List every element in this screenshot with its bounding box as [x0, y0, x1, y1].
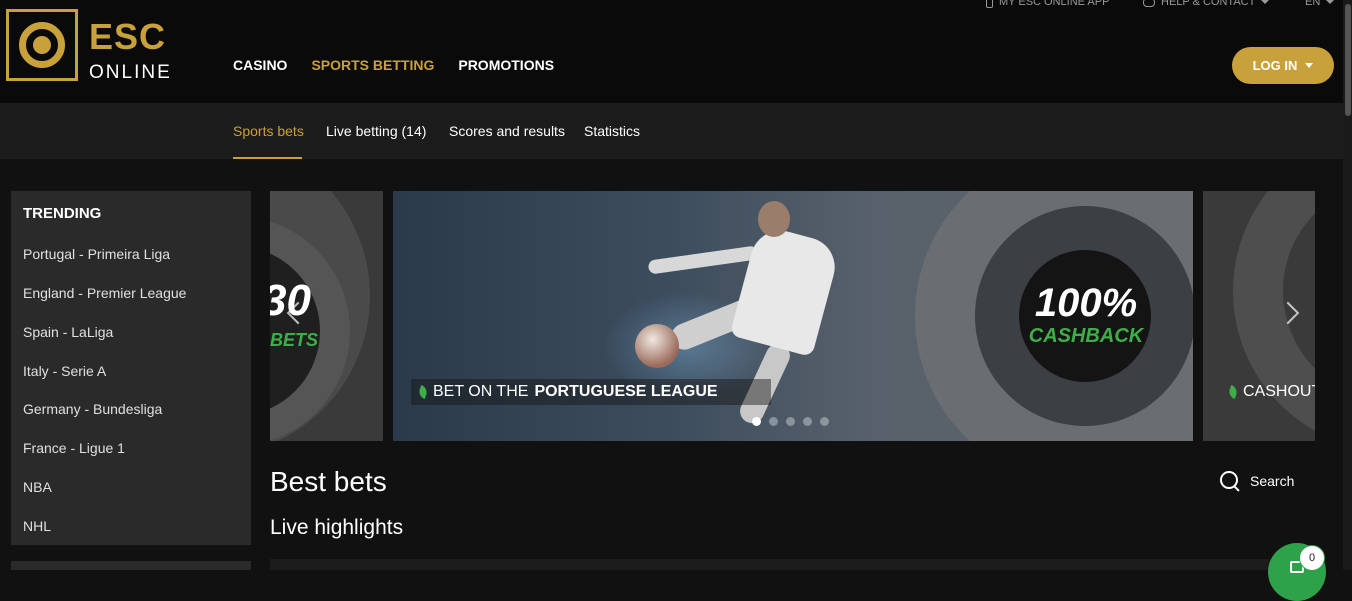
sidebar-item-france[interactable]: France - Ligue 1 — [23, 440, 125, 456]
carousel-dot[interactable] — [803, 417, 812, 426]
sidebar-item-portugal[interactable]: Portugal - Primeira Liga — [23, 246, 170, 262]
help-contact-link[interactable]: HELP & CONTACT — [1143, 0, 1270, 8]
login-button[interactable]: LOG IN — [1232, 47, 1334, 84]
nav-casino[interactable]: CASINO — [233, 57, 287, 73]
live-highlights-panel — [270, 559, 1315, 570]
carousel-main-slide[interactable]: 100% CASHBACK BET ON THE PORTUGUESE LEAG… — [393, 191, 1193, 441]
cashback-label: CASHBACK — [1028, 325, 1144, 347]
help-contact-label: HELP & CONTACT — [1161, 0, 1256, 8]
prev-slide-number: 30 — [270, 276, 311, 325]
carousel-dot[interactable] — [820, 417, 829, 426]
logo-mark-icon — [6, 9, 78, 81]
carousel-dot[interactable] — [786, 417, 795, 426]
trending-heading: TRENDING — [23, 205, 102, 222]
football-icon — [635, 324, 679, 368]
search-label: Search — [1250, 473, 1295, 489]
sidebar-item-italy[interactable]: Italy - Serie A — [23, 363, 106, 379]
my-app-link[interactable]: MY ESC ONLINE APP — [986, 0, 1109, 8]
search-button[interactable]: Search — [1220, 471, 1295, 492]
tab-live-betting[interactable]: Live betting (14) — [326, 123, 426, 139]
logo-text-esc: ESC — [89, 16, 167, 57]
language-selector[interactable]: EN — [1305, 0, 1335, 8]
sidebar-item-england[interactable]: England - Premier League — [23, 285, 186, 301]
language-label: EN — [1305, 0, 1321, 8]
trending-sidebar: TRENDING Portugal - Primeira Liga Englan… — [11, 191, 251, 545]
main-nav: CASINO SPORTS BETTING PROMOTIONS — [233, 57, 554, 73]
nav-sports-betting[interactable]: SPORTS BETTING — [311, 57, 434, 73]
active-tab-indicator — [233, 157, 302, 159]
main-slide-caption: BET ON THE PORTUGUESE LEAGUE — [417, 383, 718, 401]
chevron-down-icon — [1261, 0, 1270, 4]
logo-text-online: ONLINE — [89, 62, 172, 83]
carousel-dot[interactable] — [769, 417, 778, 426]
next-slide-caption: CASHOUT — [1227, 383, 1315, 401]
chevron-down-icon — [1305, 63, 1314, 68]
best-bets-title: Best bets — [270, 466, 387, 497]
tab-sports-bets[interactable]: Sports bets — [233, 123, 304, 139]
top-header — [0, 0, 1343, 103]
scrollbar-thumb[interactable] — [1345, 4, 1351, 116]
login-label: LOG IN — [1252, 58, 1298, 73]
tab-scores-results[interactable]: Scores and results — [449, 123, 565, 139]
chevron-down-icon — [1326, 0, 1335, 4]
phone-icon — [986, 0, 993, 8]
football-player-image — [729, 223, 842, 358]
sports-subnav: Sports bets Live betting (14) Scores and… — [0, 103, 1343, 159]
chat-icon — [1143, 0, 1155, 7]
carousel-prev-slide[interactable]: 30 BETS — [270, 191, 383, 441]
nav-promotions[interactable]: PROMOTIONS — [458, 57, 554, 73]
tab-statistics[interactable]: Statistics — [584, 123, 640, 139]
prev-slide-text: BETS — [270, 330, 319, 350]
carousel-dot[interactable] — [752, 417, 761, 426]
search-icon — [1220, 471, 1240, 492]
sidebar-item-germany[interactable]: Germany - Bundesliga — [23, 401, 162, 417]
esc-online-logo[interactable]: ESC ONLINE — [6, 9, 170, 83]
sidebar-item-nhl[interactable]: NHL — [23, 518, 51, 534]
carousel-dots — [752, 417, 829, 426]
leaf-icon — [417, 384, 429, 400]
my-app-label: MY ESC ONLINE APP — [999, 0, 1110, 8]
sidebar-item-spain[interactable]: Spain - LaLiga — [23, 324, 113, 340]
betslip-count-badge: 0 — [1299, 545, 1325, 571]
sidebar-item-nba[interactable]: NBA — [23, 479, 52, 495]
cashback-percentage: 100% — [1034, 281, 1138, 325]
sidebar-second-panel — [11, 561, 251, 570]
leaf-icon — [1227, 384, 1239, 400]
carousel-next-slide[interactable]: CASHOUT — [1203, 191, 1315, 441]
live-highlights-title: Live highlights — [270, 516, 404, 539]
